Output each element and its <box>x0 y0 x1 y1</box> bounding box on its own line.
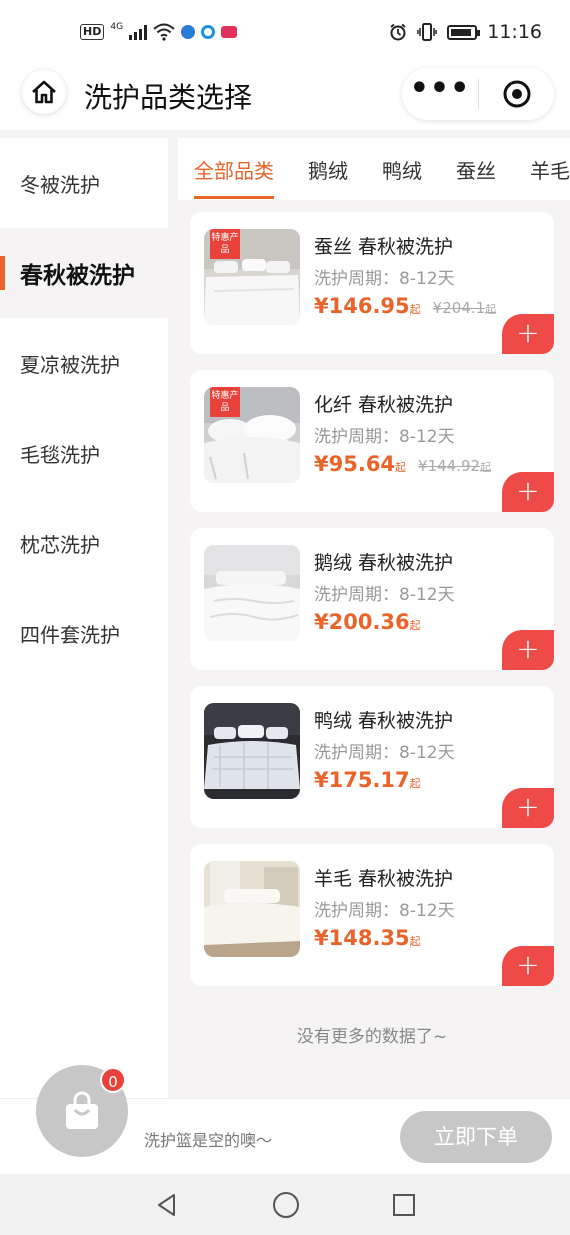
status-left: HD 4G <box>80 22 238 42</box>
price-row: ¥200.36起 <box>314 610 421 634</box>
app-notification-icon <box>221 26 238 38</box>
material-tabs: 全部品类 鹅绒 鸭绒 蚕丝 羊毛 <box>178 138 570 200</box>
product-list: 特惠产品 蚕丝 春秋被洗护 洗护周期：8-12天 ¥146.95起 ¥204.1… <box>190 212 554 1002</box>
sidebar-item-summer-quilt[interactable]: 夏凉被洗护 <box>0 318 168 408</box>
product-card[interactable]: 鹅绒 春秋被洗护 洗护周期：8-12天 ¥200.36起 + <box>190 528 554 670</box>
battery-icon <box>447 24 481 40</box>
add-to-basket-button[interactable]: + <box>502 946 554 986</box>
status-bar: HD 4G 11:16 <box>0 0 570 64</box>
page-title: 洗护品类选择 <box>84 81 253 114</box>
tab-duck-down[interactable]: 鸭绒 <box>382 155 422 184</box>
product-image <box>204 861 300 957</box>
sidebar-item-label: 冬被洗护 <box>20 172 100 197</box>
product-name: 蚕丝 春秋被洗护 <box>314 236 454 258</box>
basket-empty-text: 洗护篮是空的噢～ <box>144 1131 273 1150</box>
product-card[interactable]: 特惠产品 蚕丝 春秋被洗护 洗护周期：8-12天 ¥146.95起 ¥204.1… <box>190 212 554 354</box>
vibrate-icon <box>417 23 437 41</box>
product-price: ¥200.36起 <box>314 610 421 634</box>
sidebar-item-pillow[interactable]: 枕芯洗护 <box>0 498 168 588</box>
price-row: ¥175.17起 <box>314 768 421 792</box>
sidebar-item-winter-quilt[interactable]: 冬被洗护 <box>0 138 168 228</box>
product-name: 化纤 春秋被洗护 <box>314 394 454 416</box>
status-time: 11:16 <box>487 21 542 43</box>
product-image: 特惠产品 <box>204 229 300 325</box>
sidebar-item-label: 毛毯洗护 <box>20 442 100 467</box>
alarm-icon <box>390 23 406 41</box>
product-price: ¥175.17起 <box>314 768 421 792</box>
sidebar-item-blanket[interactable]: 毛毯洗护 <box>0 408 168 498</box>
product-name: 鹅绒 春秋被洗护 <box>314 552 454 574</box>
tab-goose-down[interactable]: 鹅绒 <box>308 155 348 184</box>
home-nav-icon[interactable] <box>272 1191 300 1219</box>
basket-bar: 0 洗护篮是空的噢～ 立即下单 <box>0 1065 570 1174</box>
product-cycle: 洗护周期：8-12天 <box>314 585 455 605</box>
no-more-data-text: 没有更多的数据了~ <box>296 1027 448 1047</box>
status-right: 11:16 <box>389 21 542 43</box>
wifi-icon <box>153 23 175 41</box>
product-image: 特惠产品 <box>204 387 300 483</box>
nav-header: 洗护品类选择 ••• <box>0 64 570 126</box>
category-sidebar: 冬被洗护 春秋被洗护 夏凉被洗护 毛毯洗护 枕芯洗护 四件套洗护 <box>0 138 168 1098</box>
product-image <box>204 545 300 641</box>
back-icon[interactable] <box>154 1192 180 1218</box>
product-cycle: 洗护周期：8-12天 <box>314 901 455 921</box>
more-menu-button[interactable]: ••• <box>402 74 478 104</box>
hd-indicator: HD <box>80 24 105 40</box>
price-row: ¥146.95起 ¥204.1起 <box>314 294 496 318</box>
signal-icon <box>129 24 148 40</box>
tab-wool[interactable]: 羊毛 <box>530 155 570 184</box>
place-order-button[interactable]: 立即下单 <box>400 1111 552 1163</box>
app-notification-icon <box>201 25 216 39</box>
close-mini-program-button[interactable] <box>479 79 554 109</box>
product-card[interactable]: 特惠产品 化纤 春秋被洗护 洗护周期：8-12天 ¥95.64起 ¥144.92… <box>190 370 554 512</box>
product-price: ¥148.35起 <box>314 926 421 950</box>
product-card[interactable]: 羊毛 春秋被洗护 洗护周期：8-12天 ¥148.35起 + <box>190 844 554 986</box>
target-icon <box>503 80 530 108</box>
product-cycle: 洗护周期：8-12天 <box>314 743 455 763</box>
home-button[interactable] <box>22 70 66 114</box>
product-card[interactable]: 鸭绒 春秋被洗护 洗护周期：8-12天 ¥175.17起 + <box>190 686 554 828</box>
main-content: 冬被洗护 春秋被洗护 夏凉被洗护 毛毯洗护 枕芯洗护 四件套洗护 全部品类 鹅绒… <box>0 130 570 1098</box>
product-cycle: 洗护周期：8-12天 <box>314 427 455 447</box>
original-price: ¥144.92起 <box>418 457 492 475</box>
product-image <box>204 703 300 799</box>
product-cycle: 洗护周期：8-12天 <box>314 269 455 289</box>
sidebar-item-label: 枕芯洗护 <box>20 532 100 557</box>
system-nav-bar <box>0 1174 570 1235</box>
tab-silk[interactable]: 蚕丝 <box>456 155 496 184</box>
app-notification-icon <box>181 25 196 39</box>
mini-program-capsule: ••• <box>402 68 554 120</box>
product-name: 羊毛 春秋被洗护 <box>314 868 454 890</box>
sidebar-item-label: 四件套洗护 <box>20 622 120 647</box>
add-to-basket-button[interactable]: + <box>502 472 554 512</box>
sidebar-item-bedding-set[interactable]: 四件套洗护 <box>0 588 168 678</box>
product-price: ¥146.95起 <box>314 294 421 318</box>
promo-badge: 特惠产品 <box>210 229 240 259</box>
add-to-basket-button[interactable]: + <box>502 788 554 828</box>
price-row: ¥148.35起 <box>314 926 421 950</box>
promo-badge: 特惠产品 <box>210 387 240 417</box>
product-price: ¥95.64起 <box>314 452 407 476</box>
add-to-basket-button[interactable]: + <box>502 314 554 354</box>
recents-icon[interactable] <box>392 1193 416 1217</box>
app-screen: HD 4G 11:16 洗护品类选择 ••• 冬被洗护 春秋被洗护 夏凉被洗护 … <box>0 0 570 1235</box>
sidebar-item-spring-autumn-quilt[interactable]: 春秋被洗护 <box>0 228 168 318</box>
sidebar-item-label: 夏凉被洗护 <box>20 352 120 377</box>
price-row: ¥95.64起 ¥144.92起 <box>314 452 491 476</box>
network-type: 4G <box>110 22 124 32</box>
sidebar-item-label: 春秋被洗护 <box>20 263 135 289</box>
tab-all[interactable]: 全部品类 <box>194 155 274 199</box>
product-name: 鸭绒 春秋被洗护 <box>314 710 454 732</box>
shopping-bag-icon <box>66 1091 98 1129</box>
original-price: ¥204.1起 <box>432 299 497 317</box>
add-to-basket-button[interactable]: + <box>502 630 554 670</box>
basket-count-badge: 0 <box>100 1067 126 1093</box>
home-icon <box>32 80 56 104</box>
